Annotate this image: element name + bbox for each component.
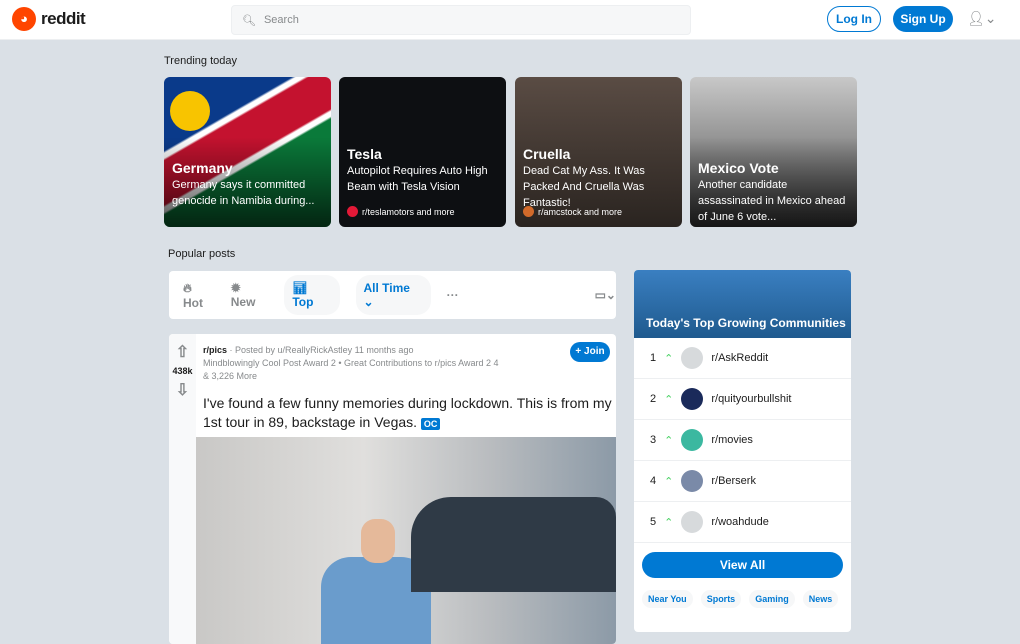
sort-new[interactable]: ✹ New [231, 281, 269, 309]
post-title[interactable]: I've found a few funny memories during l… [203, 394, 613, 434]
subreddit-icon [347, 206, 358, 217]
more-options-button[interactable]: ··· [447, 288, 459, 302]
search-icon: 🔍︎ [242, 14, 256, 27]
up-arrow-icon: ⌃ [664, 352, 674, 365]
up-arrow-icon: ⌃ [664, 516, 674, 529]
up-arrow-icon: ⌃ [664, 434, 674, 447]
sort-bar: 🔥︎ Hot ✹ New 📊︎ Top All Time ⌄ ··· ▭⌄ [169, 271, 616, 319]
trending-card[interactable]: Tesla Autopilot Requires Auto High Beam … [339, 77, 506, 227]
post-image[interactable] [196, 437, 616, 644]
community-avatar [681, 429, 704, 451]
awards: Mindblowingly Cool Post Award 2 • Great … [203, 358, 499, 368]
community-item[interactable]: 5 ⌃ r/woahdude [634, 502, 851, 543]
reddit-alien-icon: ◕ [12, 7, 36, 31]
community-item[interactable]: 4 ⌃ r/Berserk [634, 461, 851, 502]
subreddit-icon [523, 206, 534, 217]
up-arrow-icon: ⌃ [664, 475, 674, 488]
trending-card[interactable]: Mexico Vote Another candidate assassinat… [690, 77, 857, 227]
community-avatar [681, 388, 704, 410]
signup-button[interactable]: Sign Up [893, 6, 953, 32]
sidebar-title: Today's Top Growing Communities [646, 316, 846, 330]
community-avatar [681, 511, 704, 533]
trending-card[interactable]: Germany Germany says it committed genoci… [164, 77, 331, 227]
sort-hot[interactable]: 🔥︎ Hot [183, 281, 215, 310]
tag-near-you[interactable]: Near You [642, 590, 693, 608]
view-all-button[interactable]: View All [642, 552, 843, 578]
header: ◕ reddit 🔍︎ Search Log In Sign Up 👤︎⌄ [0, 0, 1020, 40]
community-item[interactable]: 3 ⌃ r/movies [634, 420, 851, 461]
layout-toggle-icon[interactable]: ▭⌄ [595, 288, 616, 302]
reddit-logo[interactable]: ◕ reddit [12, 7, 86, 31]
tag-news[interactable]: News [802, 590, 839, 608]
upvote-icon[interactable]: ⇧ [169, 342, 196, 362]
oc-flair: OC [420, 418, 441, 430]
join-button[interactable]: + Join [570, 342, 610, 362]
search-input[interactable]: 🔍︎ Search [231, 5, 691, 35]
sort-top[interactable]: 📊︎ Top [284, 275, 340, 315]
community-item[interactable]: 1 ⌃ r/AskReddit [634, 338, 851, 379]
login-button[interactable]: Log In [827, 6, 881, 32]
trending-card[interactable]: Cruella Dead Cat My Ass. It Was Packed A… [515, 77, 682, 227]
up-arrow-icon: ⌃ [664, 393, 674, 406]
vote-column: ⇧ 438k ⇩ [169, 334, 196, 644]
top-growing-communities: Today's Top Growing Communities 1 ⌃ r/AskR… [634, 270, 851, 632]
tag-sports[interactable]: Sports [700, 590, 742, 608]
community-avatar [681, 470, 704, 492]
tag-gaming[interactable]: Gaming [749, 590, 795, 608]
downvote-icon[interactable]: ⇩ [169, 380, 196, 400]
community-item[interactable]: 2 ⌃ r/quityourbullshit [634, 379, 851, 420]
trending-title: Trending today [164, 55, 237, 67]
vote-count: 438k [172, 366, 193, 376]
user-menu-icon[interactable]: 👤︎⌄ [967, 10, 997, 27]
popular-title: Popular posts [168, 248, 236, 260]
subreddit-link[interactable]: r/pics [203, 345, 227, 355]
time-filter-dropdown[interactable]: All Time ⌄ [355, 275, 431, 315]
post-card[interactable]: ⇧ 438k ⇩ r/pics · Posted by u/ReallyRick… [169, 334, 616, 644]
community-avatar [681, 347, 704, 369]
